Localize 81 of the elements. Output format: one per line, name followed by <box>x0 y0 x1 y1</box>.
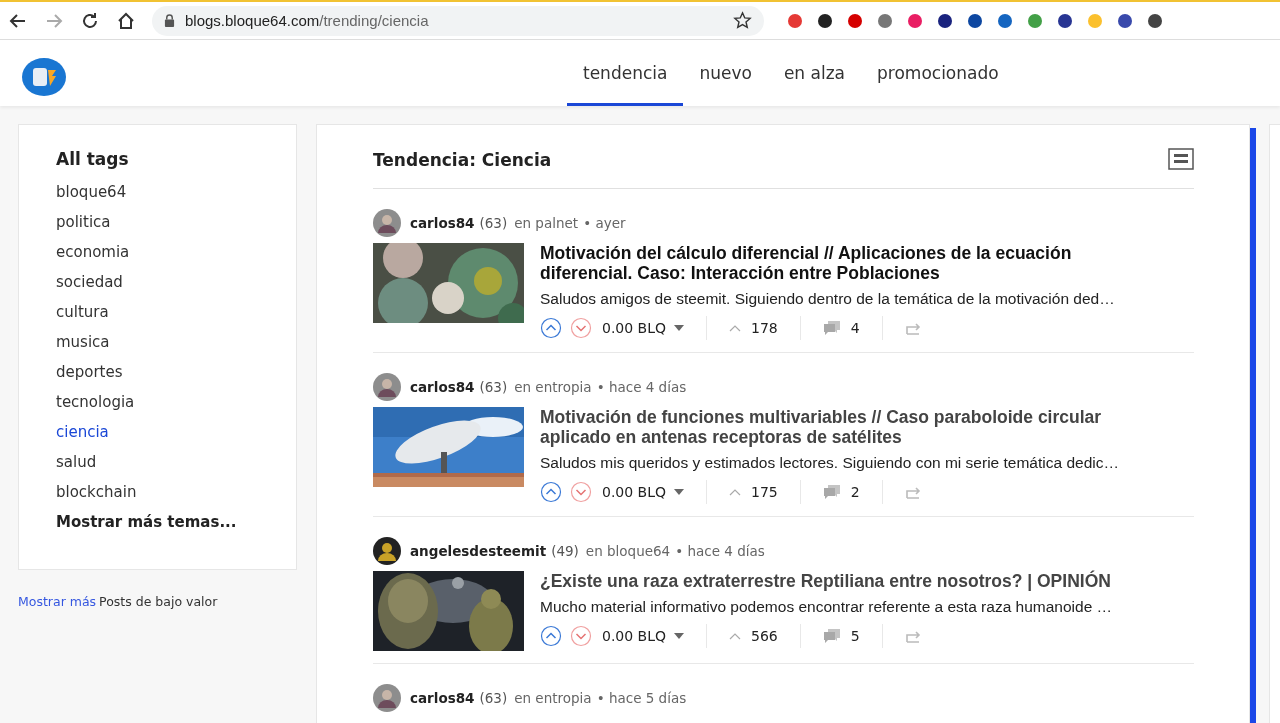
downvote-icon[interactable] <box>570 625 592 647</box>
tag-link[interactable]: tecnologia <box>56 387 135 417</box>
list-view-icon[interactable] <box>1168 147 1194 170</box>
avatar-icon[interactable] <box>373 209 401 237</box>
tag-link[interactable]: deportes <box>56 357 123 387</box>
reputation-score: (63) <box>479 215 508 231</box>
community-link[interactable]: en entropia <box>514 379 592 395</box>
author-link[interactable]: carlos84 <box>410 379 475 395</box>
extension-icon[interactable] <box>1146 11 1164 30</box>
logo-icon[interactable] <box>21 57 67 97</box>
upvote-icon[interactable] <box>540 317 562 339</box>
nav-tab[interactable]: en alza <box>767 40 862 106</box>
more-topics-link[interactable]: Mostrar más temas... <box>56 513 237 531</box>
url-text: blogs.bloque64.com/trending/ciencia <box>185 12 430 29</box>
tag-link[interactable]: bloque64 <box>56 177 127 207</box>
chevron-up-icon <box>729 324 742 332</box>
tag-link[interactable]: politica <box>56 207 111 237</box>
comment-count: 2 <box>850 484 860 500</box>
post-excerpt: Saludos amigos de steemit. Siguiendo dentro de la temática de la motivación ded… <box>540 290 1116 308</box>
post-excerpt: Mucho material informativo podemos encontrar referente a esta raza humanoide … <box>540 598 1114 616</box>
home-icon[interactable] <box>116 10 136 31</box>
tag-link[interactable]: economia <box>56 237 130 267</box>
extension-icon[interactable] <box>936 11 954 30</box>
post-time: • hace 4 días <box>675 543 765 559</box>
payout-amount[interactable]: 0.00 BLQ <box>602 320 667 336</box>
downvote-icon[interactable] <box>570 317 592 339</box>
tag-link[interactable]: salud <box>56 447 97 477</box>
tag-link[interactable]: blockchain <box>56 477 137 507</box>
community-link[interactable]: en entropia <box>514 690 592 706</box>
feed-title: Tendencia: Ciencia <box>373 149 552 170</box>
reload-icon[interactable] <box>80 10 100 31</box>
vote-count: 178 <box>751 320 778 336</box>
post-time: • hace 4 días <box>596 379 687 395</box>
chevron-up-icon <box>729 632 742 640</box>
avatar-icon[interactable] <box>373 537 401 565</box>
payout-amount[interactable]: 0.00 BLQ <box>602 484 667 500</box>
chevron-up-icon <box>729 488 742 496</box>
post-excerpt: Saludos mis queridos y estimados lectores. Siguiendo con mi serie temática dedic… <box>540 454 1120 472</box>
reputation-score: (63) <box>479 690 508 706</box>
author-link[interactable]: angelesdesteemit <box>410 543 547 559</box>
nav-tab[interactable]: nuevo <box>683 40 768 106</box>
author-link[interactable]: carlos84 <box>410 690 475 706</box>
vote-count: 175 <box>751 484 778 500</box>
caret-icon[interactable] <box>674 489 685 495</box>
post-time: • hace 5 días <box>596 690 687 706</box>
post-time: • ayer <box>583 215 626 231</box>
star-icon[interactable] <box>733 11 752 30</box>
comment-count: 4 <box>850 320 860 336</box>
post-title[interactable]: Motivación del cálculo diferencial // Aplicaciones de la ecuación diferencial. Caso: Interacción entre Poblaciones <box>540 243 1145 283</box>
upvote-icon[interactable] <box>540 481 562 503</box>
tag-link[interactable]: cultura <box>56 297 109 327</box>
comment-count: 5 <box>850 628 860 644</box>
downvote-icon[interactable] <box>570 481 592 503</box>
avatar-icon[interactable] <box>373 684 401 712</box>
vote-count: 566 <box>751 628 778 644</box>
upvote-icon[interactable] <box>540 625 562 647</box>
community-link[interactable]: en bloque64 <box>585 543 671 559</box>
tag-link[interactable]: ciencia <box>56 417 109 447</box>
address-bar[interactable]: blogs.bloque64.com/trending/ciencia <box>152 5 764 36</box>
show-more-link[interactable]: Mostrar más <box>18 594 97 609</box>
extension-icon[interactable] <box>1056 11 1074 30</box>
extension-icon[interactable] <box>1116 11 1134 30</box>
post-title[interactable]: ¿Existe una raza extraterrestre Reptiliana entre nosotros? | OPINIÓN <box>540 571 1145 591</box>
tag-link[interactable]: sociedad <box>56 267 123 297</box>
panel-title: All tags <box>56 149 130 169</box>
extension-icon[interactable] <box>816 11 834 30</box>
author-link[interactable]: carlos84 <box>410 215 475 231</box>
caret-icon[interactable] <box>674 633 685 639</box>
post-title[interactable]: Motivación de funciones multivariables // Caso paraboloide circular aplicado en antenas receptoras de satélites <box>540 407 1145 447</box>
extension-icon[interactable] <box>966 11 984 30</box>
nav-tab[interactable]: promocionado <box>861 40 1015 106</box>
avatar-icon[interactable] <box>373 373 401 401</box>
tag-link[interactable]: musica <box>56 327 110 357</box>
nav-tab[interactable]: tendencia <box>567 40 684 106</box>
payout-amount[interactable]: 0.00 BLQ <box>602 628 667 644</box>
caret-icon[interactable] <box>674 325 685 331</box>
reputation-score: (63) <box>479 379 508 395</box>
community-link[interactable]: en palnet <box>514 215 579 231</box>
reputation-score: (49) <box>551 543 579 559</box>
lock-icon <box>164 14 175 27</box>
low-value-label: Posts de bajo valor <box>99 594 218 609</box>
